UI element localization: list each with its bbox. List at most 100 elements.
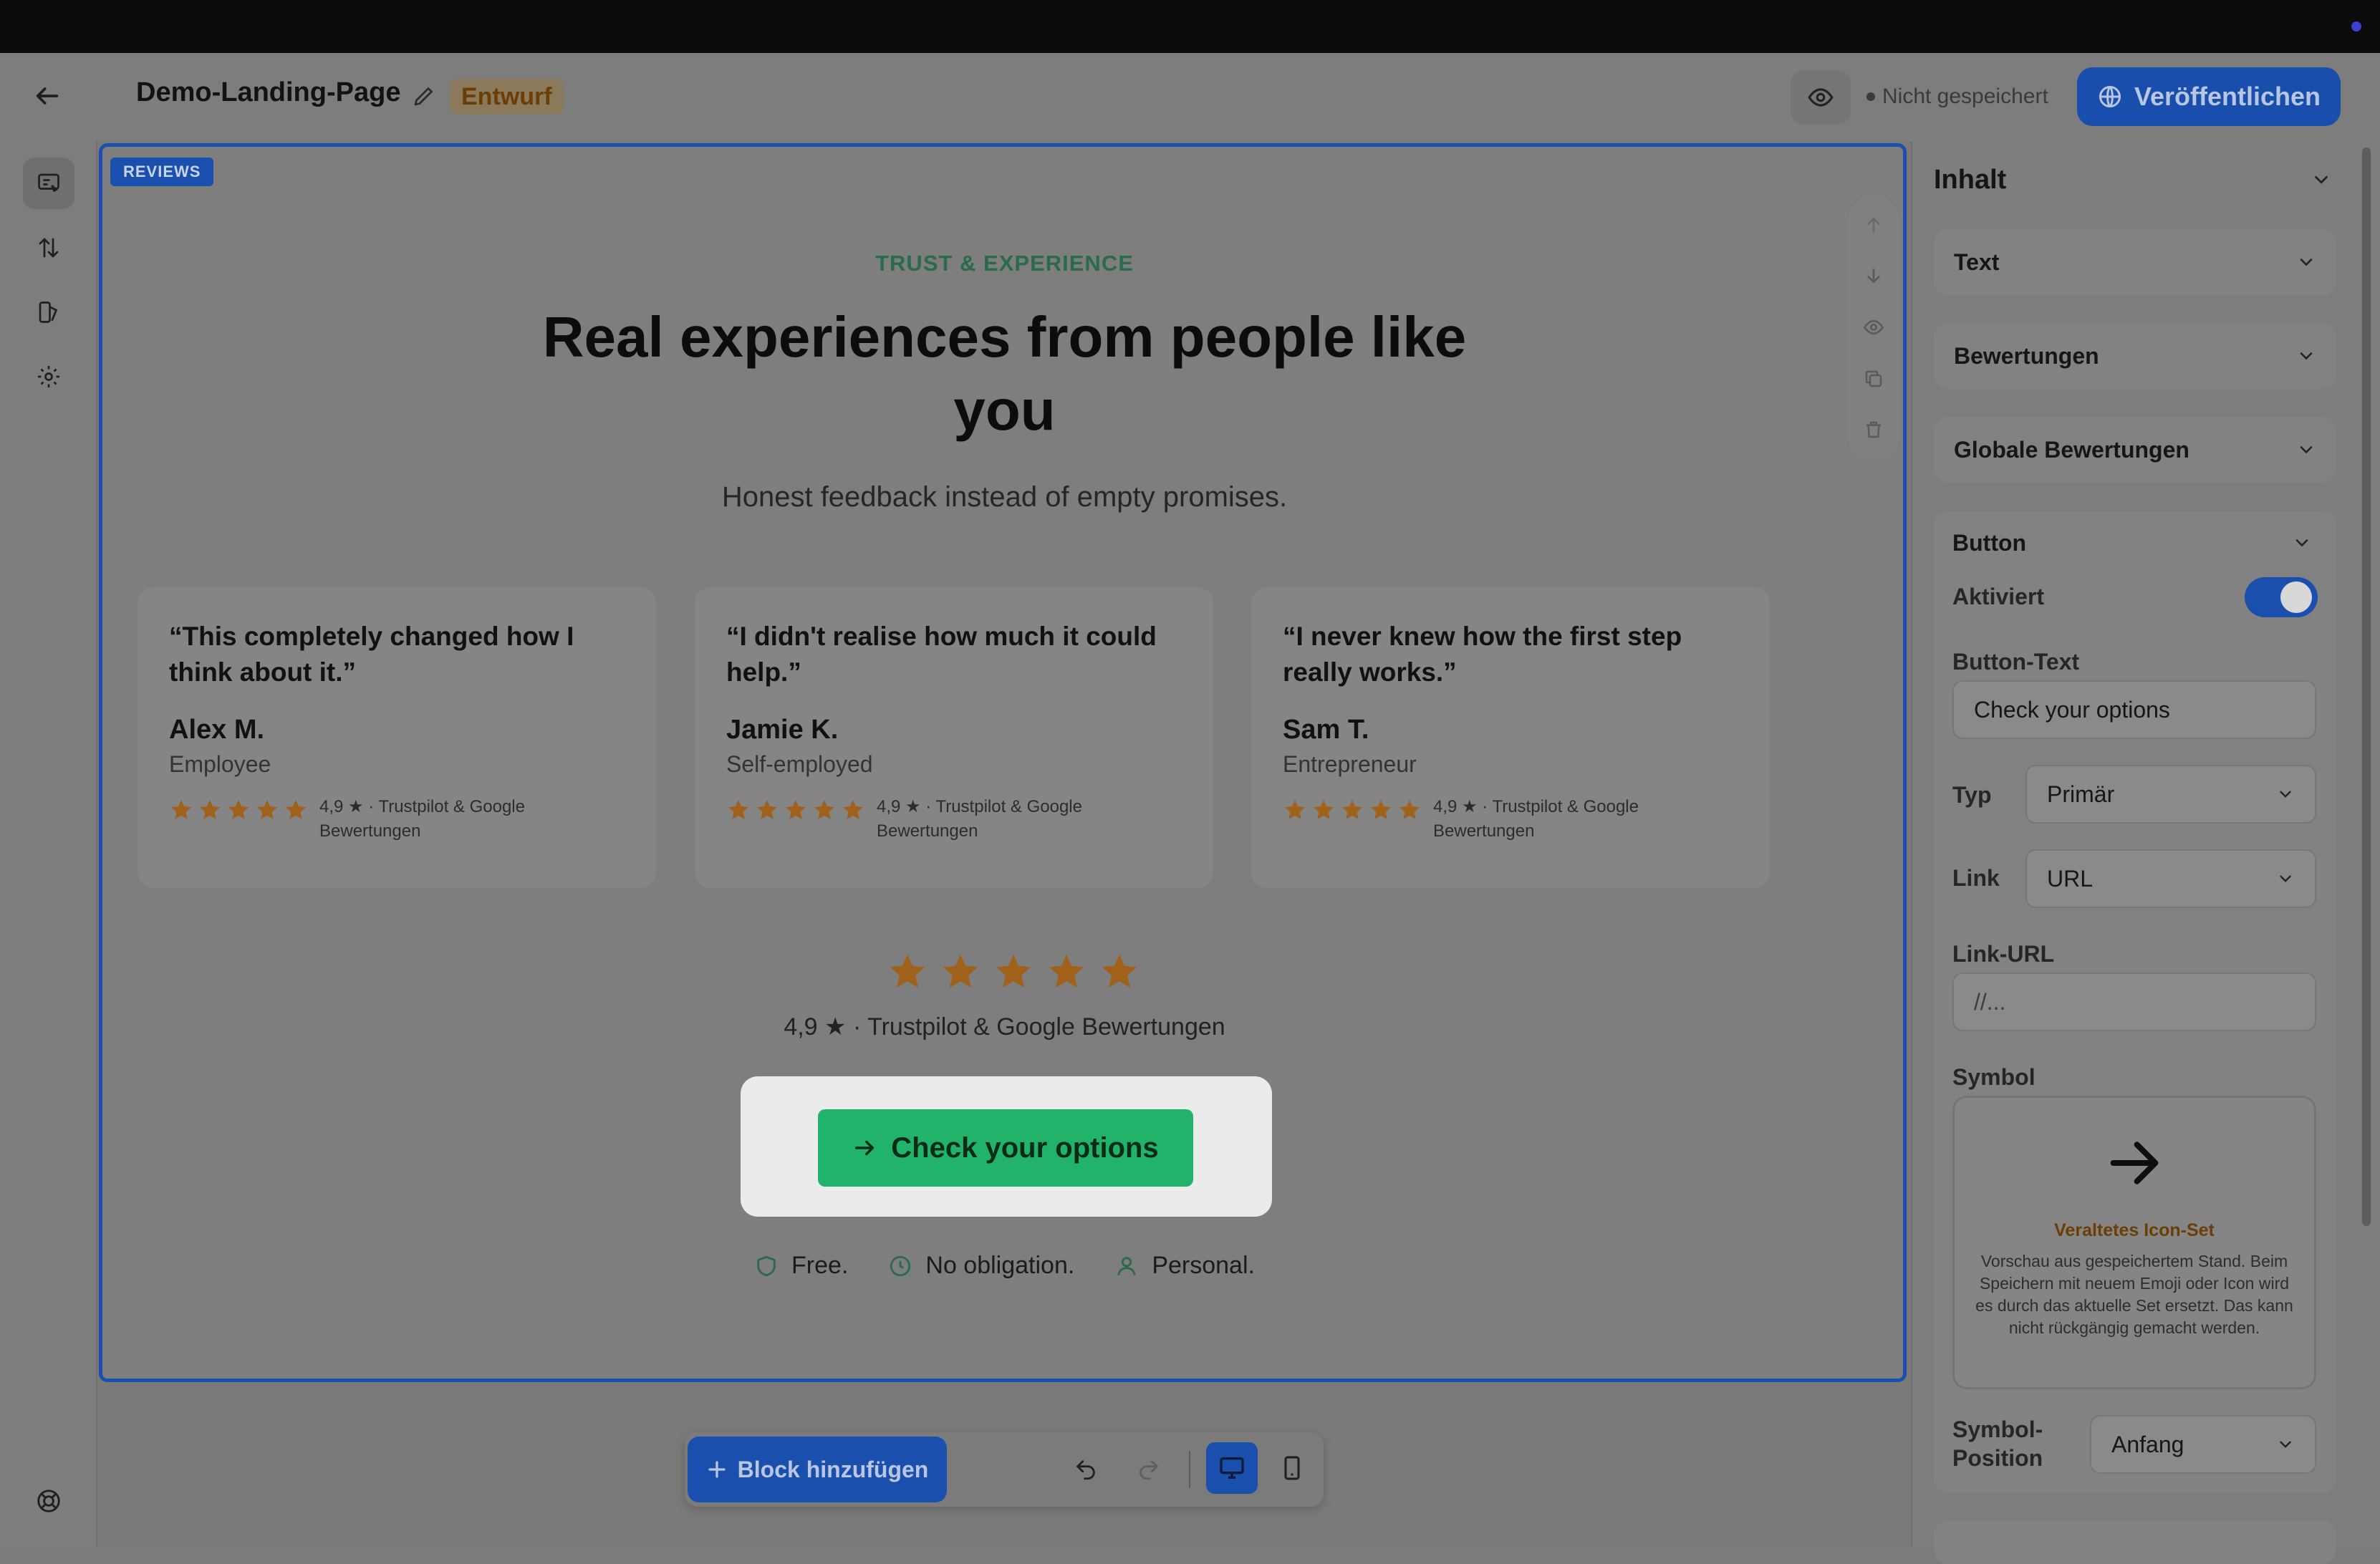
type-label: Typ	[1952, 782, 1992, 808]
star-icon	[1102, 954, 1137, 988]
lifebuoy-icon	[35, 1487, 62, 1515]
globe-icon	[2097, 84, 2123, 110]
status-dot	[2351, 21, 2361, 32]
desktop-view-button[interactable]	[1206, 1442, 1258, 1494]
preview-button[interactable]	[1791, 70, 1851, 125]
star-icon	[943, 954, 978, 988]
redo-button[interactable]	[1126, 1447, 1172, 1492]
trash-icon[interactable]	[1863, 419, 1884, 440]
status-dot	[1866, 92, 1875, 101]
review-rating: 4,9 ★ · Trustpilot & Google Bewertungen	[169, 795, 625, 844]
section-eyebrow: TRUST & EXPERIENCE	[875, 251, 1134, 276]
enabled-label: Aktiviert	[1952, 584, 2045, 609]
star-icon	[285, 799, 307, 819]
system-bar	[0, 0, 2380, 53]
monitor-icon	[1218, 1454, 1246, 1482]
star-rating	[1283, 798, 1422, 822]
symbol-position-label-text: Symbol-Position	[1952, 1416, 2043, 1471]
settings-tab[interactable]	[23, 351, 74, 402]
help-button[interactable]	[23, 1475, 74, 1527]
next-accordion[interactable]	[1934, 1521, 2336, 1564]
layout-icon	[36, 170, 62, 196]
accordion-label: Text	[1954, 248, 2000, 275]
star-icon	[170, 799, 192, 819]
reviewer-name: Alex M.	[169, 715, 265, 745]
reviewer-role: Employee	[169, 751, 271, 777]
draft-badge: Entwurf	[450, 79, 564, 115]
review-rating: 4,9 ★ · Trustpilot & Google Bewertungen	[1283, 795, 1738, 844]
star-icon	[728, 799, 749, 819]
review-card: “I never knew how the first step really …	[1251, 587, 1770, 888]
theme-tab[interactable]	[23, 286, 74, 338]
type-value: Primär	[2047, 781, 2115, 807]
duplicate-icon[interactable]	[1863, 368, 1884, 390]
accordion-reviews[interactable]: Bewertungen	[1934, 323, 2336, 389]
clock-icon	[888, 1254, 912, 1278]
chevron-down-icon	[2276, 785, 2295, 803]
trust-label: No obligation.	[925, 1252, 1075, 1279]
chevron-down-icon	[2276, 1435, 2295, 1454]
move-up-icon[interactable]	[1863, 214, 1884, 236]
button-text-label: Button-Text	[1952, 649, 2080, 675]
undo-button[interactable]	[1063, 1447, 1109, 1492]
panel-title: Inhalt	[1934, 165, 2007, 195]
link-select[interactable]: URL	[2025, 849, 2316, 908]
back-button[interactable]	[26, 74, 69, 117]
star-icon	[1370, 799, 1392, 819]
eye-icon[interactable]	[1863, 317, 1884, 338]
add-block-button[interactable]: Block hinzufügen	[688, 1437, 947, 1502]
link-label: Link	[1952, 865, 2000, 891]
accordion-global-reviews[interactable]: Globale Bewertungen	[1934, 417, 2336, 483]
accordion-label: Globale Bewertungen	[1954, 436, 2189, 463]
chevron-down-icon[interactable]	[2311, 169, 2332, 190]
link-url-label: Link-URL	[1952, 941, 2055, 967]
aggregate-rating-text: 4,9 ★ · Trustpilot & Google Bewertungen	[784, 1013, 1225, 1041]
legacy-icon-set-description: Vorschau aus gespeichertem Stand. Beim S…	[1975, 1252, 2293, 1337]
star-rating	[169, 798, 308, 822]
toggle-knob	[2280, 581, 2312, 613]
star-icon	[1341, 799, 1363, 819]
panel-scrollbar[interactable]	[2362, 148, 2371, 1226]
button-text-input[interactable]: Check your options	[1952, 680, 2316, 739]
reviewer-role: Entrepreneur	[1283, 751, 1417, 777]
redo-icon	[1137, 1457, 1161, 1482]
phone-icon	[1279, 1455, 1305, 1481]
undo-icon	[1074, 1457, 1098, 1482]
save-status: Nicht gespeichert	[1866, 85, 2048, 109]
star-icon	[228, 799, 249, 819]
pencil-icon[interactable]	[411, 83, 437, 109]
shield-icon	[754, 1254, 779, 1278]
move-down-icon[interactable]	[1863, 265, 1884, 286]
symbol-position-value: Anfang	[2111, 1431, 2184, 1457]
section-tag: REVIEWS	[110, 158, 214, 186]
section-subheadline: Honest feedback instead of empty promise…	[721, 481, 1288, 513]
blocks-tab[interactable]	[23, 158, 74, 209]
link-url-input[interactable]: //...	[1952, 972, 2316, 1031]
chevron-down-icon	[2296, 252, 2316, 272]
legacy-icon-set-title: Veraltetes Icon-Set	[2054, 1220, 2215, 1240]
rating-source: 4,9 ★ · Trustpilot & Google Bewertungen	[877, 797, 1082, 841]
publish-button[interactable]: Veröffentlichen	[2077, 67, 2341, 126]
add-block-label: Block hinzufügen	[737, 1456, 929, 1482]
accordion-text[interactable]: Text	[1934, 229, 2336, 295]
button-settings-title[interactable]: Button	[1952, 530, 2026, 556]
symbol-position-select[interactable]: Anfang	[2090, 1415, 2316, 1474]
cta-button[interactable]: Check your options	[818, 1109, 1193, 1187]
rating-source: 4,9 ★ · Trustpilot & Google Bewertungen	[319, 797, 525, 841]
symbol-position-label: Symbol-Position	[1952, 1415, 2053, 1472]
star-icon	[814, 799, 835, 819]
arrow-right-icon	[2103, 1131, 2166, 1194]
trust-row: Free. No obligation. Personal.	[0, 1252, 2009, 1280]
type-select[interactable]: Primär	[2025, 765, 2316, 824]
toolbar-divider	[1189, 1451, 1190, 1488]
page-title: Demo-Landing-Page	[136, 77, 401, 107]
chevron-down-icon[interactable]	[2292, 533, 2312, 553]
star-icon	[1284, 799, 1306, 819]
reviewer-name: Jamie K.	[726, 715, 839, 745]
star-icon	[842, 799, 864, 819]
review-card: “This completely changed how I think abo…	[138, 587, 656, 888]
trust-item: Personal.	[1114, 1252, 1255, 1280]
mobile-view-button[interactable]	[1266, 1442, 1318, 1494]
gear-icon	[36, 364, 62, 390]
aggregate-star-rating	[887, 951, 1140, 993]
